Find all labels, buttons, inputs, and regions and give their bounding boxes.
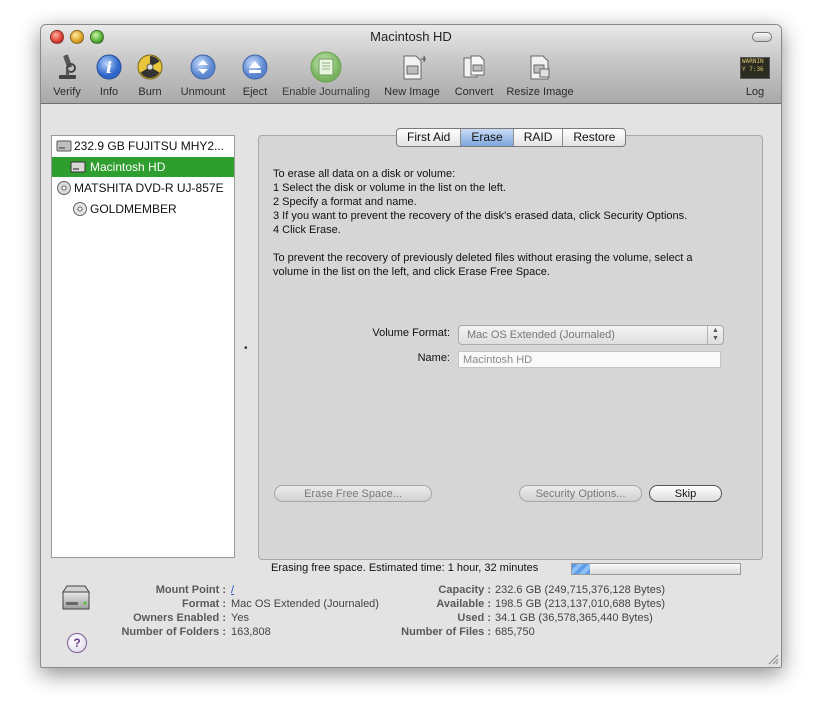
- instruction-spacer: [273, 237, 692, 251]
- info-label: Info: [99, 86, 119, 98]
- resize-image-button[interactable]: Resize Image: [503, 49, 577, 101]
- volume-format-select[interactable]: Mac OS Extended (Journaled) ▲ ▼: [458, 325, 724, 345]
- used-label: Used :: [457, 612, 491, 624]
- eject-label: Eject: [242, 86, 268, 98]
- log-label: Log: [745, 86, 765, 98]
- instruction-line: To prevent the recovery of previously de…: [273, 252, 693, 264]
- tab-first-aid[interactable]: First Aid: [397, 129, 462, 146]
- tab-erase[interactable]: Erase: [461, 129, 514, 146]
- volume-format-label: Volume Format:: [372, 327, 450, 339]
- split-view-handle[interactable]: •: [244, 343, 248, 354]
- volume-name-input[interactable]: Macintosh HD: [458, 351, 721, 368]
- unmount-button[interactable]: Unmount: [175, 49, 231, 101]
- console-log-icon: WARNIN Y 7:36: [740, 57, 770, 79]
- owners-enabled-value: Yes: [231, 612, 249, 624]
- erase-instructions: To erase all data on a disk or volume: 1…: [273, 167, 692, 279]
- help-button[interactable]: ?: [67, 633, 87, 653]
- hard-drive-icon: [62, 585, 90, 610]
- resize-image-icon: [530, 55, 550, 80]
- tab-bar: First Aid Erase RAID Restore: [396, 128, 627, 147]
- instruction-line: To erase all data on a disk or volume:: [273, 168, 456, 180]
- burn-label: Burn: [138, 86, 162, 98]
- disc-icon: [73, 202, 87, 216]
- available-label: Available :: [436, 598, 491, 610]
- window-title: Macintosh HD: [370, 29, 452, 44]
- tab-raid[interactable]: RAID: [514, 129, 564, 146]
- svg-text:i: i: [106, 58, 112, 77]
- progress-bar-fill: [572, 564, 591, 574]
- tab-restore[interactable]: Restore: [563, 129, 625, 146]
- mount-point-link[interactable]: /: [231, 584, 234, 596]
- folders-count-value: 163,808: [231, 626, 271, 638]
- optical-drive-icon: [57, 181, 71, 195]
- capacity-value: 232.6 GB (249,715,376,128 Bytes): [495, 584, 666, 596]
- info-icon: i: [96, 54, 122, 80]
- instruction-line: 4 Click Erase.: [273, 224, 341, 236]
- enable-journaling-label: Enable Journaling: [281, 86, 371, 98]
- sidebar-item-macintosh-hd[interactable]: Macintosh HD: [52, 157, 234, 177]
- burn-icon: [137, 54, 163, 80]
- convert-label: Convert: [454, 86, 494, 98]
- erase-free-space-button[interactable]: Erase Free Space...: [274, 485, 432, 502]
- updown-arrows-icon: ▲ ▼: [707, 326, 723, 344]
- mount-point-label: Mount Point :: [155, 584, 226, 596]
- security-options-button[interactable]: Security Options...: [519, 485, 642, 502]
- sidebar-item-goldmember[interactable]: GOLDMEMBER: [52, 199, 234, 219]
- sidebar-item-dvd-drive[interactable]: MATSHITA DVD-R UJ-857E: [52, 178, 234, 198]
- sidebar-item-label: 232.9 GB FUJITSU MHY2...: [74, 139, 225, 153]
- files-count-label: Number of Files :: [401, 626, 491, 638]
- folders-count-label: Number of Folders :: [121, 626, 226, 638]
- format-label: Format :: [182, 598, 226, 610]
- volume-icon: [70, 161, 86, 173]
- convert-button[interactable]: Convert: [451, 49, 497, 101]
- microscope-icon: [59, 54, 76, 79]
- disk-list[interactable]: 232.9 GB FUJITSU MHY2... Macintosh HD MA…: [51, 135, 235, 558]
- sidebar-item-label: Macintosh HD: [90, 160, 166, 174]
- new-image-label: New Image: [384, 86, 440, 98]
- disk-utility-window: Macintosh HD Verify i Info Burn Unmount …: [40, 24, 782, 668]
- progress-bar: [571, 563, 741, 575]
- verify-label: Verify: [53, 86, 81, 98]
- unmount-label: Unmount: [180, 86, 226, 98]
- hard-drive-icon: [56, 140, 72, 152]
- eject-button[interactable]: Eject: [237, 49, 273, 101]
- instruction-line: 3 If you want to prevent the recovery of…: [273, 210, 688, 222]
- sidebar-item-label: GOLDMEMBER: [90, 202, 177, 216]
- progress-status: Erasing free space. Estimated time: 1 ho…: [271, 562, 539, 574]
- sidebar-item-label: MATSHITA DVD-R UJ-857E: [74, 181, 224, 195]
- verify-button[interactable]: Verify: [45, 49, 89, 101]
- sidebar-item-fujitsu-disk[interactable]: 232.9 GB FUJITSU MHY2...: [52, 136, 234, 156]
- unmount-icon: [190, 54, 216, 80]
- skip-button[interactable]: Skip: [649, 485, 722, 502]
- convert-icon: [463, 55, 485, 78]
- owners-enabled-label: Owners Enabled :: [133, 612, 226, 624]
- svg-text:+: +: [420, 54, 426, 65]
- instruction-line: 2 Specify a format and name.: [273, 196, 417, 208]
- resize-image-label: Resize Image: [506, 86, 574, 98]
- enable-journaling-button[interactable]: Enable Journaling: [277, 49, 375, 101]
- toolbar-toggle-button[interactable]: [752, 32, 772, 42]
- new-image-button[interactable]: + New Image: [381, 49, 443, 101]
- burn-button[interactable]: Burn: [133, 49, 167, 101]
- log-button[interactable]: WARNIN Y 7:36 Log: [735, 49, 775, 101]
- name-label: Name:: [417, 352, 450, 364]
- title-bar: Macintosh HD Verify i Info Burn Unmount …: [41, 25, 781, 104]
- instruction-line: volume in the list on the left, and clic…: [273, 266, 550, 278]
- files-count-value: 685,750: [495, 626, 535, 638]
- used-value: 34.1 GB (36,578,365,440 Bytes): [495, 612, 653, 624]
- volume-format-value: Mac OS Extended (Journaled): [467, 329, 615, 341]
- info-button[interactable]: i Info: [91, 49, 127, 101]
- available-value: 198.5 GB (213,137,010,688 Bytes): [495, 598, 666, 610]
- eject-icon: [242, 54, 268, 80]
- new-image-icon: +: [403, 54, 426, 80]
- capacity-label: Capacity :: [438, 584, 491, 596]
- instruction-line: 1 Select the disk or volume in the list …: [273, 182, 506, 194]
- journal-icon: [310, 51, 342, 83]
- resize-grip-icon[interactable]: [767, 653, 779, 665]
